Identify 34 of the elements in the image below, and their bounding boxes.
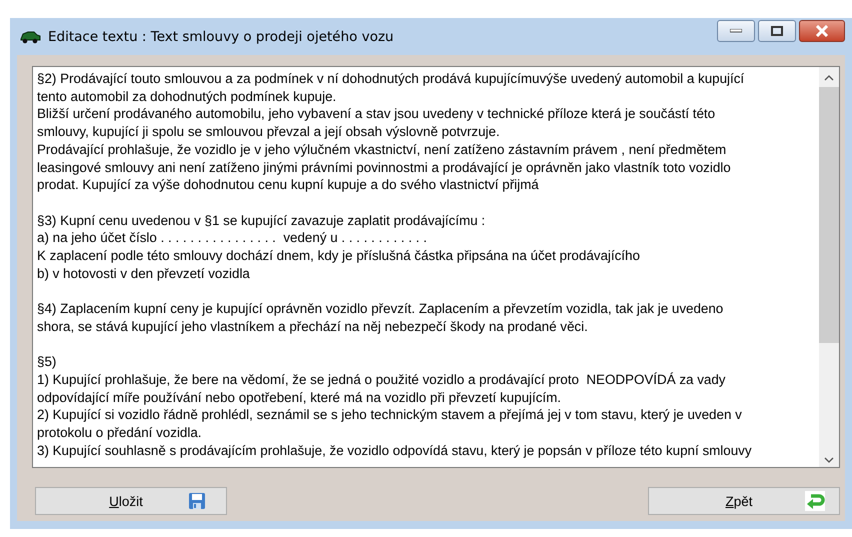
text-line: b) v hotovosti v den převzetí vozidla bbox=[37, 264, 251, 282]
text-line: odpovídající míře používání nebo opotřebení, které má na vozidlo při převzetí kupujícím. bbox=[37, 388, 562, 406]
text-line: protokolu o předání vozidla. bbox=[37, 424, 203, 442]
save-button[interactable]: Uložit bbox=[35, 487, 227, 515]
scrollbar[interactable] bbox=[819, 67, 839, 467]
text-line: prodat. Kupující za výše dohodnutou cenu kupní kupuje a do svého vlastnictví přijmá bbox=[37, 176, 540, 194]
text-line: 3) Kupující souhlasně s prodávajícím prohlašuje, že vozidlo odpovídá stavu, který je popsán v příloze této kupní smlouvy bbox=[37, 442, 753, 460]
scroll-thumb[interactable] bbox=[819, 87, 839, 343]
minimize-button[interactable] bbox=[717, 20, 755, 42]
text-line: shora, se stává kupující jeho vlastníkem a přechází na něj nebezpečí škody na prodané věci. bbox=[37, 318, 589, 336]
close-button[interactable] bbox=[799, 20, 845, 42]
scroll-down-icon[interactable] bbox=[824, 457, 834, 463]
back-button[interactable]: Zpět bbox=[648, 487, 840, 515]
maximize-button[interactable] bbox=[758, 20, 796, 42]
text-line: 2) Kupující si vozidlo řádně prohlédl, seznámil se s jeho technickým stavem a přejímá jej v tom stavu, který je uveden v bbox=[37, 406, 743, 424]
text-line: a) na jeho účet číslo . . . . . . . . . . . . . . . . vedený u . . . . . . . . . . . . bbox=[37, 229, 428, 248]
text-line: smlouvy, kupující ji spolu se smlouvou převzal a její obsah výslovně potvrzuje. bbox=[37, 123, 501, 141]
car-icon bbox=[19, 30, 41, 44]
text-line: leasingové smlouvy ani není zatíženo jinými právními povinnostmi a prodávající je oprávněn jako vlastník toto vozidlo bbox=[37, 158, 732, 176]
close-icon bbox=[815, 25, 829, 37]
text-line: Prodávající prohlašuje, že vozidlo je v jeho výlučném vkastnictví, není zatíženo zástavním právem , není předmětem bbox=[37, 140, 728, 159]
window-title: Editace textu : Text smlouvy o prodeji ojetého vozu bbox=[48, 28, 394, 44]
text-line: tento automobil za dohodnutých podmínek kupuje. bbox=[37, 88, 338, 106]
text-line: §4) Zaplacením kupní ceny je kupující oprávněn vozidlo převzít. Zaplacením a převzetím vozidla, tak jak je uvedeno bbox=[37, 300, 724, 318]
minimize-icon bbox=[730, 29, 742, 33]
text-line: Bližší určení prodávaného automobilu, jeho vybavení a stav jsou uvedeny v technické příloze která je součástí této bbox=[37, 105, 716, 124]
maximize-icon bbox=[771, 26, 783, 36]
text-area[interactable] bbox=[32, 66, 840, 468]
text-line: §5) bbox=[37, 353, 58, 371]
scroll-up-icon[interactable] bbox=[824, 75, 834, 81]
text-line: 1) Kupující prohlašuje, že bere na vědomí, že se jedná o použité vozidlo a prodávající proto NEODPOVÍDÁ za vady bbox=[37, 370, 726, 389]
text-line: §2) Prodávající touto smlouvou a za podmínek v ní dohodnutých prodává kupujícímuvýše uvedený automobil a kupující bbox=[37, 70, 746, 88]
text-line: §3) Kupní cenu uvedenou v §1 se kupující zavazuje zaplatit prodávajícímu : bbox=[37, 212, 486, 230]
text-line: K zaplacení podle této smlouvy dochází dnem, kdy je příslušná částka připsána na účet prodávajícího bbox=[37, 247, 641, 265]
